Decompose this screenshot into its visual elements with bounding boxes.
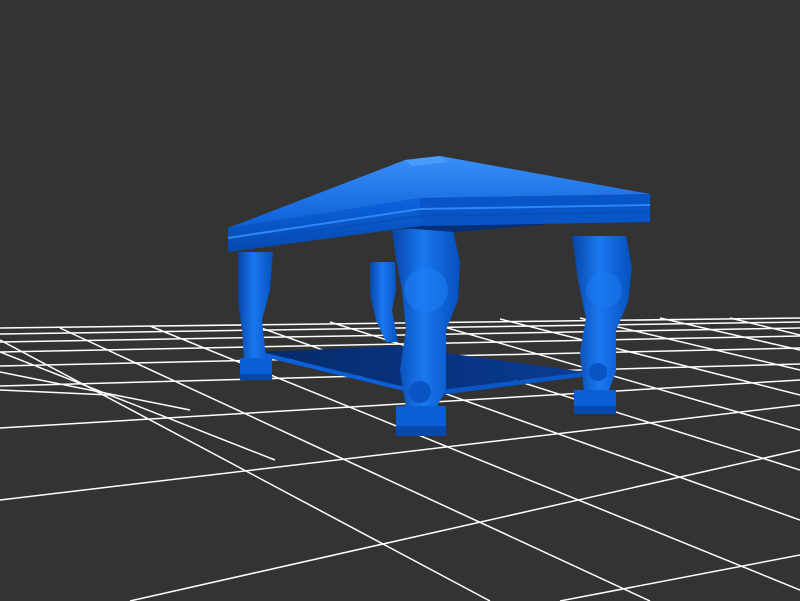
scene-canvas[interactable] (0, 0, 800, 601)
3d-viewport[interactable] (0, 0, 800, 601)
background (0, 0, 800, 601)
table-top-edge-right (420, 194, 650, 226)
